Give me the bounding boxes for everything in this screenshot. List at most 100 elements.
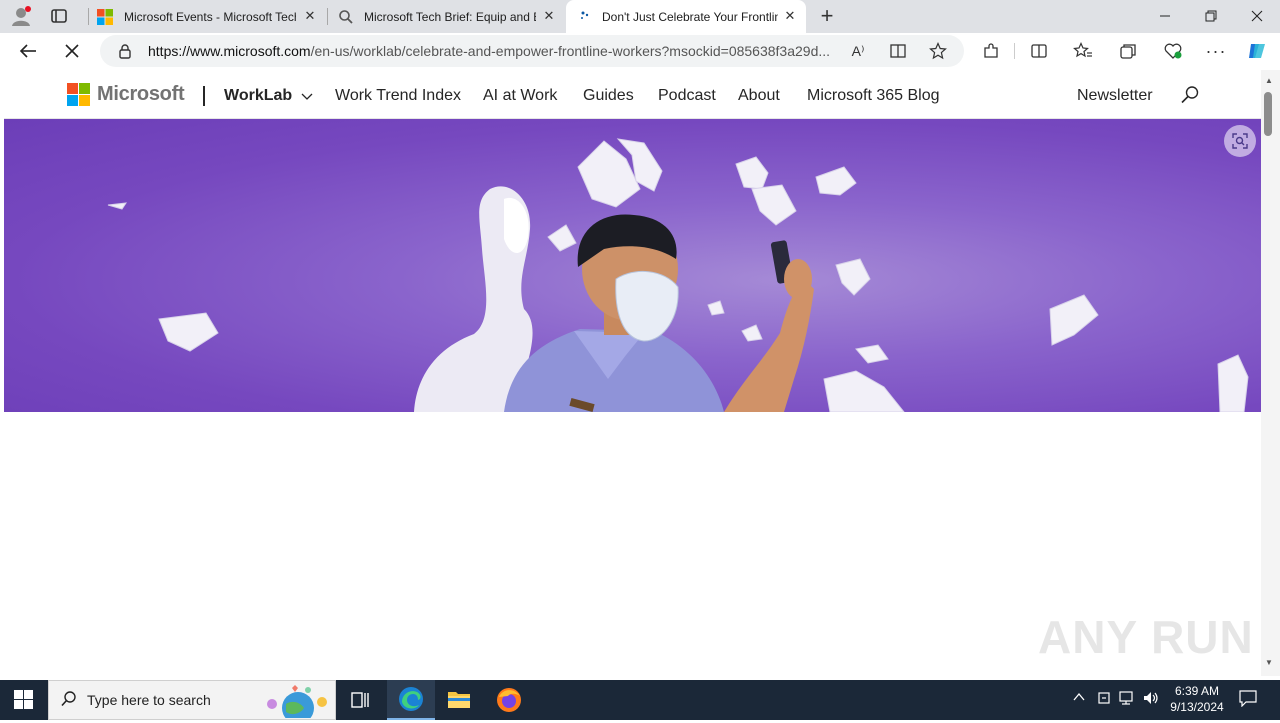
taskbar-edge-button[interactable] <box>387 680 435 720</box>
clock-date: 9/13/2024 <box>1170 700 1224 714</box>
taskbar-search-icon <box>60 690 80 710</box>
favorites-button[interactable] <box>1073 41 1093 61</box>
search-icon <box>1181 86 1199 104</box>
close-icon <box>65 44 79 58</box>
edge-icon <box>399 687 423 711</box>
puzzle-icon <box>984 43 998 58</box>
globe-illustration-icon <box>267 685 327 723</box>
microsoft-logo-icon <box>97 8 113 25</box>
site-search-button[interactable] <box>1180 85 1200 105</box>
tab-actions-button[interactable] <box>50 7 70 27</box>
close-tab-icon[interactable]: ✕ <box>304 9 316 22</box>
search-icon <box>339 9 353 24</box>
tab-tech-brief[interactable]: Microsoft Tech Brief: Equip and E ✕ <box>328 0 565 33</box>
loading-icon <box>581 11 589 19</box>
nav-about[interactable]: About <box>738 87 780 105</box>
back-button[interactable] <box>16 40 40 62</box>
minimize-icon <box>1160 15 1170 17</box>
frontline-worker-illustration <box>107 138 1249 412</box>
firefox-icon <box>497 688 521 712</box>
favorite-button[interactable] <box>928 41 948 61</box>
site-info-button[interactable] <box>116 42 134 60</box>
favorites-star-icon <box>1073 42 1092 58</box>
stop-loading-button[interactable] <box>60 40 84 62</box>
notification-icon <box>1239 690 1257 708</box>
nav-podcast[interactable]: Podcast <box>658 87 716 105</box>
device-icon <box>1098 692 1110 704</box>
collections-icon <box>1120 44 1136 59</box>
read-aloud-icon: A⁾ <box>851 42 865 59</box>
new-tab-button[interactable]: + <box>816 5 838 28</box>
nav-work-trend-index[interactable]: Work Trend Index <box>335 87 461 105</box>
profile-avatar[interactable] <box>10 5 32 27</box>
settings-menu-button[interactable]: ··· <box>1205 41 1227 61</box>
notifications-button[interactable] <box>1238 689 1258 710</box>
tray-volume-icon[interactable] <box>1142 690 1160 709</box>
split-screen-icon <box>1031 44 1047 58</box>
clock-time: 6:39 AM <box>1174 684 1220 698</box>
nav-guides[interactable]: Guides <box>583 87 634 105</box>
tray-network-icon[interactable] <box>1118 690 1136 709</box>
restore-button[interactable] <box>1196 0 1226 33</box>
brand-name: Microsoft <box>97 83 185 105</box>
windows-logo-icon <box>14 690 33 709</box>
scrollbar-thumb[interactable] <box>1264 92 1272 136</box>
nav-microsoft-365-blog[interactable]: Microsoft 365 Blog <box>807 87 940 105</box>
close-window-button[interactable] <box>1242 0 1272 33</box>
minimize-button[interactable] <box>1150 0 1180 33</box>
start-button[interactable] <box>14 690 34 710</box>
chevron-up-icon <box>1073 692 1085 701</box>
copilot-button[interactable] <box>1245 39 1269 63</box>
hero-image <box>4 119 1261 412</box>
nav-ai-at-work[interactable]: AI at Work <box>483 87 557 105</box>
read-aloud-button[interactable]: A⁾ <box>848 42 868 60</box>
tab-strip: Microsoft Events - Microsoft Tech ✕ Micr… <box>0 0 1280 33</box>
copilot-icon <box>1249 44 1265 58</box>
tab-title: Microsoft Events - Microsoft Tech <box>124 9 296 24</box>
immersive-reader-button[interactable] <box>888 41 908 61</box>
close-icon <box>1251 10 1263 22</box>
show-hidden-icons-button[interactable] <box>1072 690 1086 707</box>
tray-device-icon[interactable] <box>1096 690 1112 709</box>
volume-icon <box>1144 692 1158 704</box>
tray-clock[interactable]: 6:39 AM 9/13/2024 <box>1166 683 1228 715</box>
newsletter-link[interactable]: Newsletter <box>1077 87 1153 105</box>
toolbar-separator <box>1014 43 1015 59</box>
tab-title: Microsoft Tech Brief: Equip and E <box>364 9 536 24</box>
web-page: Microsoft WorkLab Work Trend Index AI at… <box>4 70 1261 676</box>
microsoft-home-link[interactable]: Microsoft <box>67 83 185 106</box>
task-view-button[interactable] <box>350 690 370 710</box>
back-arrow-icon <box>19 44 36 58</box>
extensions-button[interactable] <box>981 41 1001 61</box>
tab-frontline-workers[interactable]: Don't Just Celebrate Your Frontlin ✕ <box>566 0 806 33</box>
visual-search-icon <box>1232 133 1248 149</box>
close-tab-icon[interactable]: ✕ <box>543 9 555 22</box>
scroll-up-icon[interactable]: ▲ <box>1264 76 1274 86</box>
task-view-icon <box>351 692 369 708</box>
url-path: /en-us/worklab/celebrate-and-empower-fro… <box>310 43 831 59</box>
scroll-down-icon[interactable]: ▼ <box>1264 658 1274 668</box>
collections-button[interactable] <box>1118 41 1138 61</box>
page-scrollbar[interactable] <box>1261 70 1280 676</box>
url-text[interactable]: https://www.microsoft.com/en-us/worklab/… <box>148 43 838 59</box>
site-navigation: Microsoft WorkLab Work Trend Index AI at… <box>4 70 1261 119</box>
profile-icon <box>12 6 31 26</box>
chevron-down-icon <box>301 93 313 100</box>
browser-essentials-button[interactable] <box>1162 41 1184 61</box>
taskbar-firefox-button[interactable] <box>496 687 522 713</box>
split-screen-button[interactable] <box>1029 41 1049 61</box>
section-title: WorkLab <box>224 87 293 104</box>
visual-search-button[interactable] <box>1224 125 1256 157</box>
tab-actions-icon <box>51 9 67 23</box>
brand-divider <box>203 86 205 106</box>
taskbar-file-explorer-button[interactable] <box>447 688 471 712</box>
tab-title: Don't Just Celebrate Your Frontlin <box>602 9 778 24</box>
tab-microsoft-events[interactable]: Microsoft Events - Microsoft Tech ✕ <box>89 0 326 33</box>
url-host: https://www.microsoft.com <box>148 43 311 59</box>
close-tab-icon[interactable]: ✕ <box>784 9 796 22</box>
taskbar-search-placeholder: Type here to search <box>87 692 211 708</box>
immersive-reader-icon <box>890 44 906 58</box>
worklab-menu[interactable]: WorkLab <box>224 87 313 105</box>
microsoft-logo-icon <box>67 83 90 106</box>
search-highlight-image <box>262 682 332 723</box>
